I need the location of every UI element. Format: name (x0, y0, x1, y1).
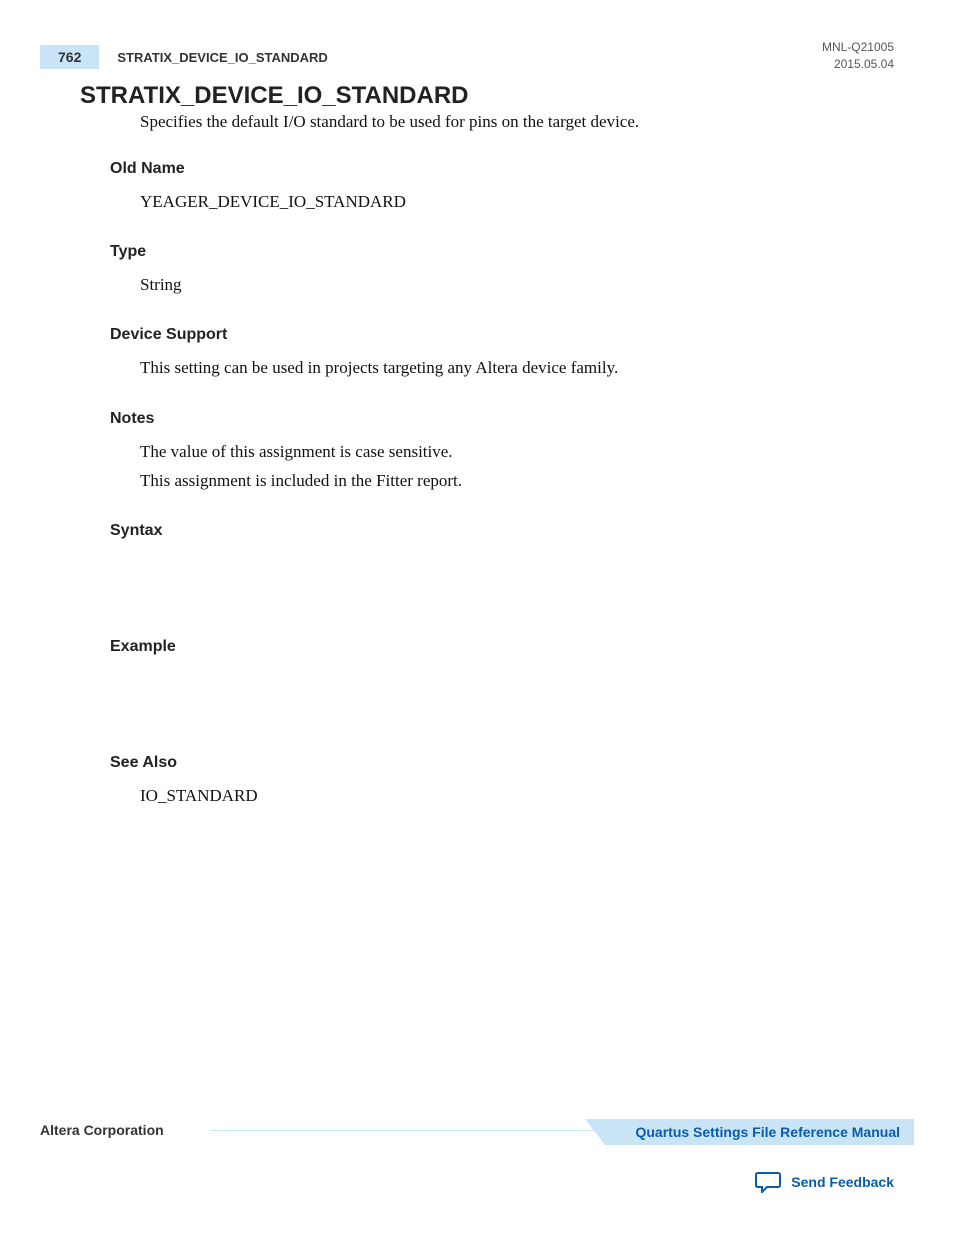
doc-id: MNL-Q21005 (822, 39, 894, 56)
chat-bubble-icon (755, 1171, 781, 1193)
send-feedback-label: Send Feedback (791, 1174, 894, 1190)
header-meta: MNL-Q21005 2015.05.04 (822, 39, 894, 73)
see-also-heading: See Also (110, 754, 894, 772)
page-title: STRATIX_DEVICE_IO_STANDARD (80, 82, 469, 110)
description-text: Specifies the default I/O standard to be… (140, 112, 894, 132)
notes-line-1: The value of this assignment is case sen… (140, 438, 894, 465)
page-header: 762 STRATIX_DEVICE_IO_STANDARD (40, 45, 894, 69)
old-name-heading: Old Name (110, 160, 894, 178)
notes-line-2: This assignment is included in the Fitte… (140, 467, 894, 494)
running-title: STRATIX_DEVICE_IO_STANDARD (117, 50, 327, 65)
content-body: Specifies the default I/O standard to be… (110, 112, 894, 837)
send-feedback-link[interactable]: Send Feedback (755, 1171, 894, 1193)
type-heading: Type (110, 243, 894, 261)
footer-bar-line (210, 1130, 649, 1131)
example-body (140, 666, 894, 726)
type-body: String (140, 271, 894, 298)
see-also-body: IO_STANDARD (140, 782, 894, 809)
device-support-body: This setting can be used in projects tar… (140, 354, 894, 381)
old-name-body: YEAGER_DEVICE_IO_STANDARD (140, 188, 894, 215)
doc-date: 2015.05.04 (822, 56, 894, 73)
page-number: 762 (40, 45, 99, 69)
notes-heading: Notes (110, 410, 894, 428)
notes-body: The value of this assignment is case sen… (140, 438, 894, 494)
syntax-body (140, 550, 894, 610)
footer-manual-link[interactable]: Quartus Settings File Reference Manual (605, 1119, 914, 1145)
footer-company: Altera Corporation (40, 1122, 164, 1138)
syntax-heading: Syntax (110, 522, 894, 540)
example-heading: Example (110, 638, 894, 656)
device-support-heading: Device Support (110, 326, 894, 344)
page-footer: Altera Corporation Quartus Settings File… (40, 1119, 914, 1145)
